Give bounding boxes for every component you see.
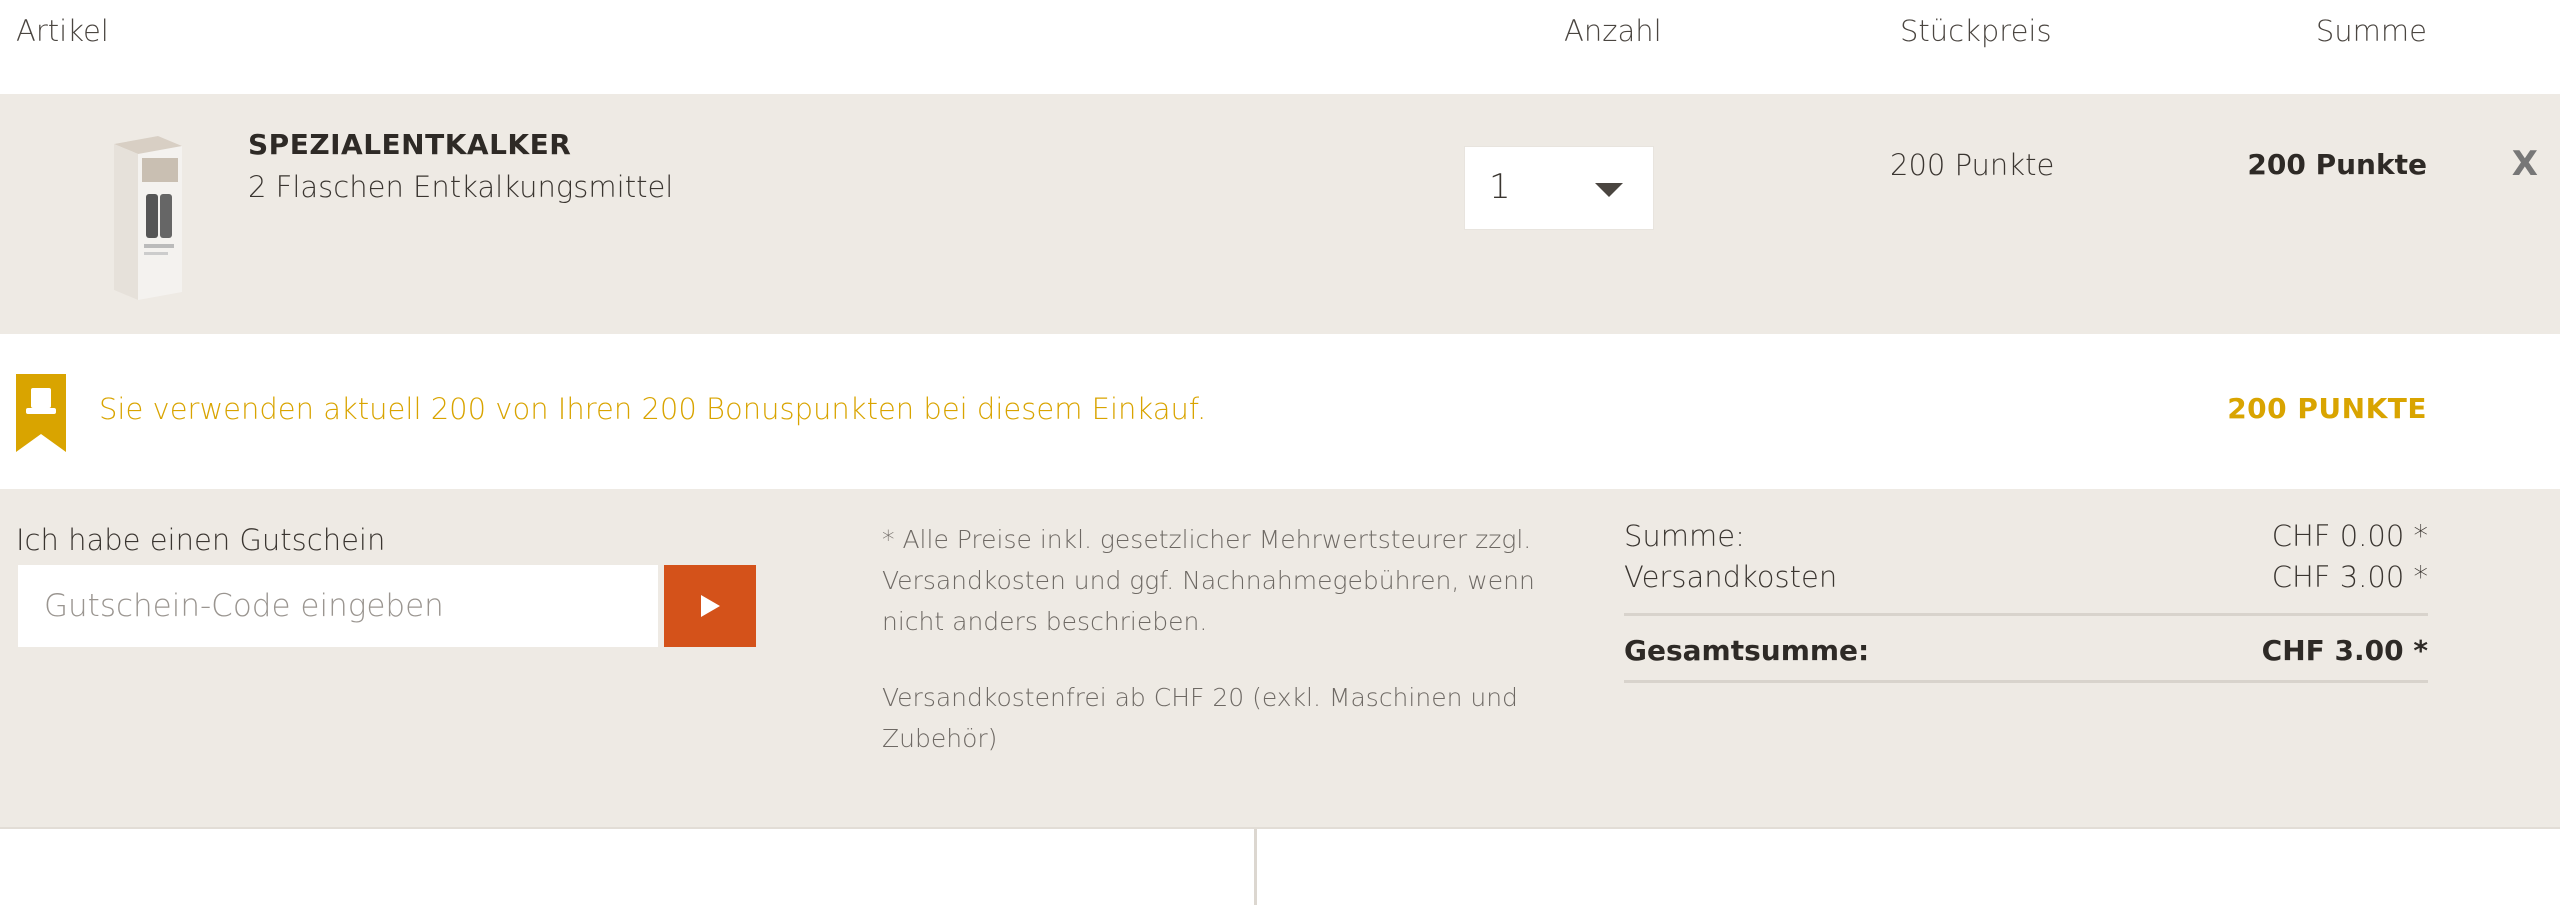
voucher-code-input[interactable] bbox=[18, 565, 658, 647]
chevron-down-icon bbox=[1595, 183, 1623, 197]
remove-item-button[interactable]: X bbox=[2512, 144, 2538, 184]
header-artikel: Artikel bbox=[16, 14, 109, 48]
subtotal-value: CHF 0.00 * bbox=[2271, 519, 2428, 553]
quantity-select[interactable]: 1 bbox=[1464, 146, 1654, 230]
subtotal-line: Summe: CHF 0.00 * bbox=[1624, 519, 2428, 560]
header-anzahl: Anzahl bbox=[1564, 14, 1662, 48]
bonus-text: Sie verwenden aktuell 200 von Ihren 200 … bbox=[99, 392, 1207, 426]
bonus-bookmark-icon bbox=[16, 374, 66, 452]
shipping-value: CHF 3.00 * bbox=[2271, 560, 2428, 594]
product-name: SPEZIALENTKALKER bbox=[248, 128, 572, 161]
product-description: 2 Flaschen Entkalkungsmittel bbox=[248, 170, 674, 204]
shipping-label: Versandkosten bbox=[1624, 560, 1838, 594]
voucher-submit-button[interactable] bbox=[664, 565, 756, 647]
grand-total-value: CHF 3.00 * bbox=[2261, 634, 2428, 667]
cart-page: Artikel Anzahl Stückpreis Summe SPEZIALE… bbox=[0, 0, 2560, 905]
shipping-line: Versandkosten CHF 3.00 * bbox=[1624, 560, 2428, 601]
unit-price: 200 Punkte bbox=[1890, 148, 2055, 182]
panel-divider bbox=[1254, 829, 1257, 905]
totals-divider-bottom bbox=[1624, 680, 2428, 683]
bonus-points-row: Sie verwenden aktuell 200 von Ihren 200 … bbox=[0, 334, 2560, 489]
shipping-note: Versandkostenfrei ab CHF 20 (exkl. Masch… bbox=[882, 683, 1518, 753]
header-stueckpreis: Stückpreis bbox=[1900, 14, 2052, 48]
cart-table-header: Artikel Anzahl Stückpreis Summe bbox=[0, 0, 2560, 94]
grand-total-line: Gesamtsumme: CHF 3.00 * bbox=[1624, 616, 2428, 680]
play-icon bbox=[701, 595, 720, 617]
grand-total-label: Gesamtsumme: bbox=[1624, 634, 1870, 667]
header-summe: Summe bbox=[2315, 14, 2427, 48]
bonus-points: 200 PUNKTE bbox=[2227, 392, 2427, 425]
cart-item-row: SPEZIALENTKALKER 2 Flaschen Entkalkungsm… bbox=[0, 94, 2560, 334]
bottom-panels bbox=[0, 827, 2560, 905]
cart-summary: Ich habe einen Gutschein * Alle Preise i… bbox=[0, 489, 2560, 827]
quantity-value: 1 bbox=[1489, 167, 1511, 207]
vat-note: * Alle Preise inkl. gesetzlicher Mehrwer… bbox=[882, 525, 1535, 636]
product-box-image[interactable] bbox=[108, 132, 188, 302]
subtotal-label: Summe: bbox=[1624, 519, 1745, 553]
row-sum: 200 Punkte bbox=[2247, 148, 2427, 181]
totals-box: Summe: CHF 0.00 * Versandkosten CHF 3.00… bbox=[1624, 519, 2428, 683]
voucher-label: Ich habe einen Gutschein bbox=[16, 523, 386, 557]
